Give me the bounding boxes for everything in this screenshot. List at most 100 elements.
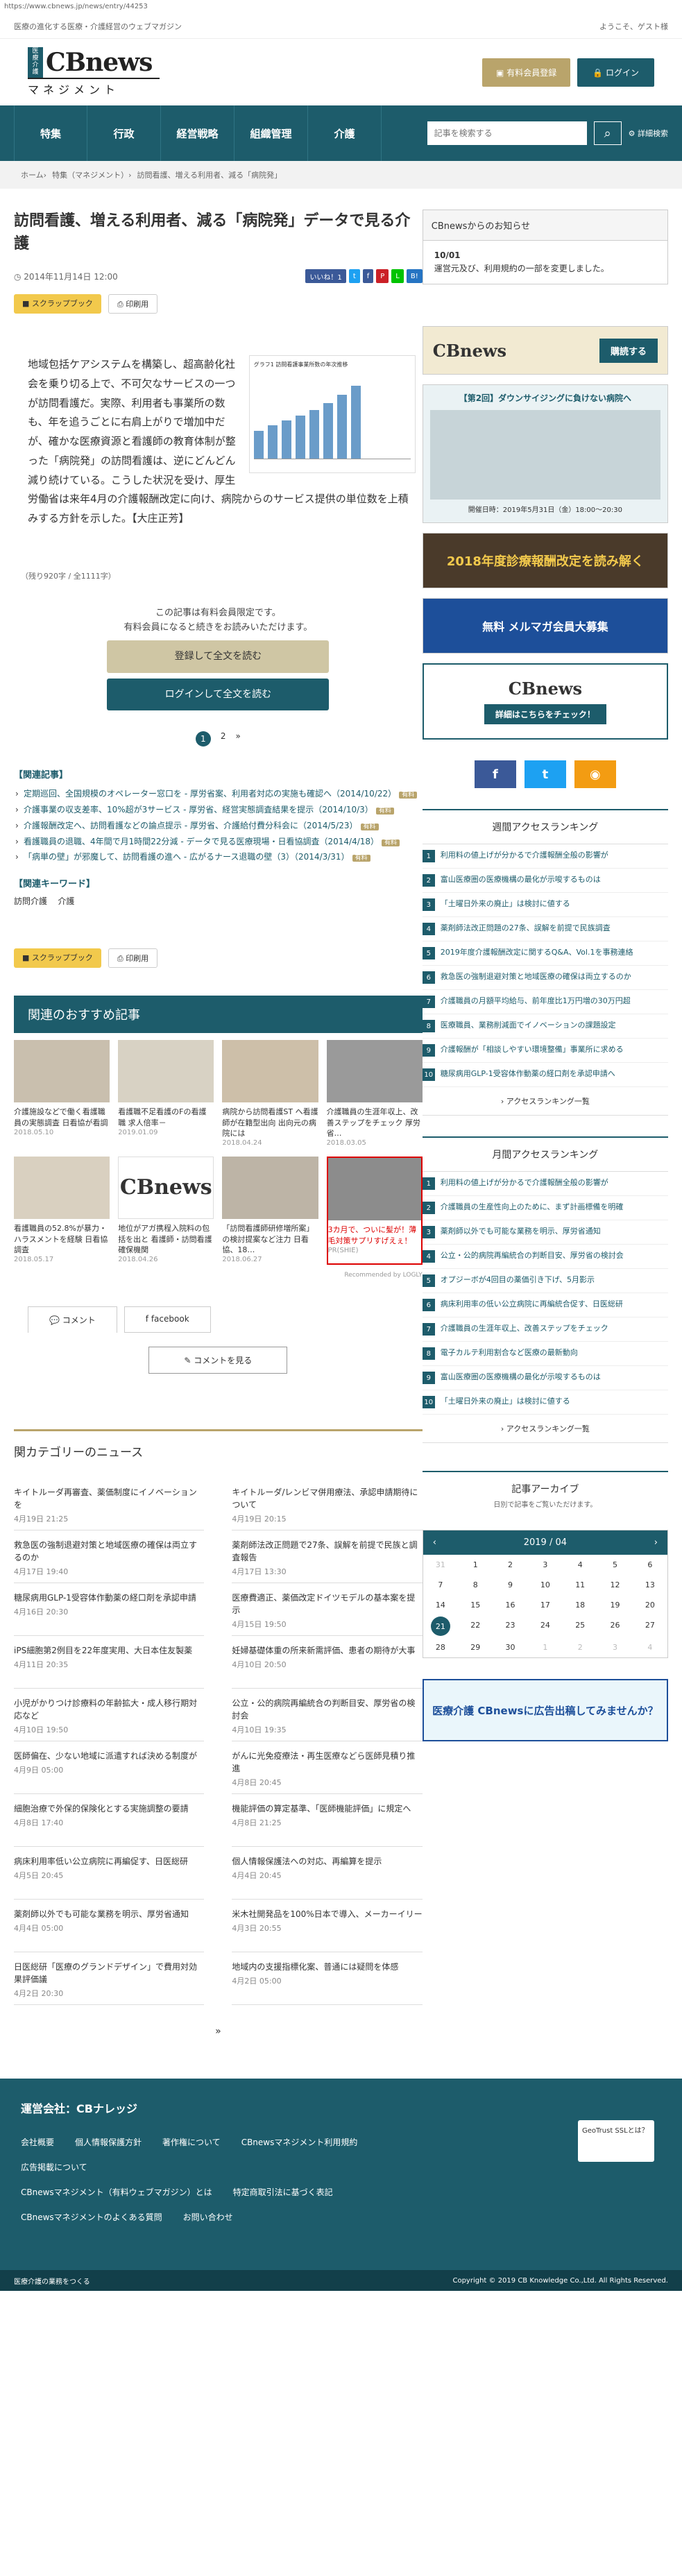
category-news-item[interactable]: 医師偏在、少ない地域に派遣すれば決める制度が 4月9日 05:00 <box>14 1741 205 1795</box>
ranking-item[interactable]: 10 糖尿病用GLP-1受容体作動薬の経口剤を承認申請へ <box>422 1063 668 1088</box>
reco-card[interactable]: 介護職員の生涯年収上、改善ステップをチェック 厚労省… 2018.03.05 <box>326 1040 423 1148</box>
article-graph-thumbnail[interactable]: グラフ1 訪問看護事業所数の年次推移 <box>248 355 416 473</box>
breadcrumb-section[interactable]: 特集（マネジメント） <box>52 169 128 180</box>
pocket-share-icon[interactable]: P <box>376 269 389 283</box>
related-item[interactable]: 定期巡回、全国規模のオペレーター窓口を - 厚労省案、利用者対応の実施も確認へ（… <box>14 786 423 802</box>
calendar-day[interactable]: 4 <box>563 1555 597 1575</box>
category-more-icon[interactable]: » <box>14 2026 423 2037</box>
search-button[interactable]: ⌕ <box>593 121 622 145</box>
category-news-item[interactable]: 機能評価の算定基準、「医師機能評価」に規定へ 4月8日 21:25 <box>232 1794 423 1848</box>
revision-banner[interactable]: 2018年度診療報酬改定を読み解く <box>422 533 668 589</box>
related-item[interactable]: 「病単の壁」が邪魔して、訪問看護の進へ - 広がるナース退職の壁（3）（2014… <box>14 849 423 865</box>
tab-comment[interactable]: 💬 コメント <box>28 1306 117 1333</box>
ranking-item[interactable]: 10 「土曜日外来の廃止」は検討に値する <box>422 1390 668 1415</box>
reco-card[interactable]: 看護職員の52.8%が暴力・ハラスメントを経験 日看協調査 2018.05.17 <box>14 1157 110 1265</box>
related-item[interactable]: 介護報酬改定へ、訪問看護などの論点提示 - 厚労省、介護給付費分科会に（2014… <box>14 818 423 834</box>
category-news-item[interactable]: 妊婦基礎体重の所来新需評価、患者の期待が大事 4月10日 20:50 <box>232 1636 423 1689</box>
category-news-item[interactable]: 医療費適正、薬価改定ドイツモデルの基本案を提示 4月15日 19:50 <box>232 1583 423 1637</box>
related-item[interactable]: 介護事業の収支差率、10%超が3サービス - 厚労省、経営実態調査結果を提示（2… <box>14 802 423 818</box>
login-button[interactable]: 🔒 ログイン <box>577 58 654 87</box>
category-news-item[interactable]: 個人情報保護法への対応、再編算を提示 4月4日 20:45 <box>232 1847 423 1900</box>
calendar-day[interactable]: 5 <box>597 1555 632 1575</box>
prev-month-icon[interactable]: ‹ <box>433 1537 436 1548</box>
page-next[interactable]: » <box>236 731 241 747</box>
scrapbook-button-bottom[interactable]: ■ スクラップブック <box>14 948 101 969</box>
calendar-day[interactable]: 1 <box>528 1637 563 1657</box>
mailmag-banner[interactable]: 無料 メルマガ会員大募集 <box>422 598 668 654</box>
related-item[interactable]: 看護職員の退職、4年間で月1時間22分減 - データで見る医療現場・日看協調査（… <box>14 834 423 850</box>
detail-search-link[interactable]: ⚙ 詳細検索 <box>629 128 668 139</box>
search-input[interactable] <box>427 121 587 145</box>
calendar-day[interactable]: 17 <box>528 1595 563 1615</box>
ranking-item[interactable]: 3 薬剤師以外でも可能な業務を明示、厚労省通知 <box>422 1220 668 1245</box>
page-1[interactable]: 1 <box>195 731 211 747</box>
ranking-item[interactable]: 8 医療職員、業務削減面でイノベーションの課題設定 <box>422 1014 668 1039</box>
category-news-item[interactable]: 細胞治療で外保的保険化とする実施調整の要請 4月8日 17:40 <box>14 1794 205 1848</box>
calendar-day[interactable]: 7 <box>423 1575 458 1595</box>
calendar-day[interactable]: 22 <box>458 1615 493 1637</box>
calendar-day[interactable]: 11 <box>563 1575 597 1595</box>
footer-link[interactable]: 会社概要 <box>21 2138 54 2147</box>
ranking-item[interactable]: 6 救急医の強制退避対策と地域医療の確保は両立するのか <box>422 966 668 991</box>
category-news-item[interactable]: 糖尿病用GLP-1受容体作動薬の経口剤を承認申請 4月16日 20:30 <box>14 1583 205 1637</box>
facebook-share-icon[interactable]: f <box>362 269 374 283</box>
calendar-day[interactable]: 16 <box>493 1595 527 1615</box>
nav-soshiki[interactable]: 組織管理 <box>235 105 308 161</box>
ranking-item[interactable]: 9 介護報酬が「相談しやすい環境整備」事業所に求める <box>422 1039 668 1064</box>
reco-card-ad[interactable]: 3カ月で、ついに髪が！薄毛対策サプリすげえぇ！ PR(SHIE) <box>326 1157 423 1265</box>
monthly-ranking-more[interactable]: › アクセスランキング一覧 <box>422 1415 668 1444</box>
print-button-bottom[interactable]: ⎙ 印刷用 <box>108 948 158 969</box>
footer-link[interactable]: 著作権について <box>162 2138 221 2147</box>
geotrust-seal[interactable]: GeoTrust SSLとは？ <box>578 2120 654 2163</box>
category-news-item[interactable]: 地域内の支援指標化案、普通には疑問を体感 4月2日 05:00 <box>232 1952 423 2006</box>
category-news-item[interactable]: 米木社開発品を100%日本で導入、メーカーイリー 4月3日 20:55 <box>232 1900 423 1953</box>
calendar-day[interactable]: 9 <box>493 1575 527 1595</box>
twitter-icon[interactable]: t <box>524 760 566 789</box>
category-news-item[interactable]: がんに光免疫療法・再生医療などら医師見積り推進 4月8日 20:45 <box>232 1741 423 1795</box>
calendar-day[interactable]: 25 <box>563 1615 597 1637</box>
calendar-day[interactable]: 26 <box>597 1615 632 1637</box>
category-news-item[interactable]: 公立・公的病院再編統合の判断目安、厚労省の検討会 4月10日 19:35 <box>232 1689 423 1742</box>
reco-card[interactable]: 介護施設などで働く看護職員の実態調査 日看協が看調 2018.05.10 <box>14 1040 110 1148</box>
site-logo[interactable]: 医療介護 CBnews マネジメント <box>28 47 160 97</box>
subscribe-banner[interactable]: CBnews 購読する <box>422 326 668 375</box>
calendar-day[interactable]: 13 <box>633 1575 667 1595</box>
category-news-item[interactable]: 病床利用率低い公立病院に再編促す、日医総研 4月5日 20:45 <box>14 1847 205 1900</box>
calendar-day[interactable]: 18 <box>563 1595 597 1615</box>
reco-card[interactable]: 看護職不足看護のFの看護職 求人倍率－ 2019.01.09 <box>118 1040 214 1148</box>
ranking-item[interactable]: 6 病床利用率の低い公立病院に再編統合促す、日医総研 <box>422 1293 668 1318</box>
breadcrumb-home[interactable]: ホーム <box>21 169 44 180</box>
calendar-day[interactable]: 6 <box>633 1555 667 1575</box>
ranking-item[interactable]: 9 富山医療圏の医療機構の最化が示唆するものは <box>422 1366 668 1391</box>
calendar-day[interactable]: 3 <box>597 1637 632 1657</box>
footer-link[interactable]: お問い合わせ <box>183 2212 233 2222</box>
facebook-icon[interactable]: f <box>474 760 516 789</box>
calendar-day[interactable]: 12 <box>597 1575 632 1595</box>
next-month-icon[interactable]: › <box>654 1537 658 1548</box>
ranking-item[interactable]: 2 介護職員の生産性向上のために、まず計画標備を明確 <box>422 1196 668 1221</box>
category-news-item[interactable]: 日医総研「医療のグランドデザイン」で費用対効果評価議 4月2日 20:30 <box>14 1952 205 2006</box>
scrapbook-button[interactable]: ■ スクラップブック <box>14 294 101 314</box>
line-share-icon[interactable]: L <box>391 269 404 283</box>
like-button[interactable]: いいね！1 <box>305 269 346 283</box>
calendar-day[interactable]: 2 <box>563 1637 597 1657</box>
calendar-day[interactable]: 3 <box>528 1555 563 1575</box>
calendar-day[interactable]: 30 <box>493 1637 527 1657</box>
footer-link[interactable]: CBnewsマネジメント利用規約 <box>241 2138 358 2147</box>
calendar-day[interactable]: 15 <box>458 1595 493 1615</box>
keyword-item[interactable]: 訪問介護 <box>14 896 47 906</box>
reco-card[interactable]: CBnews 地位がアガ携程入院料の包括を出と 看護師・訪問看護確保機関 2018.… <box>118 1157 214 1265</box>
category-news-item[interactable]: 救急医の強制退避対策と地域医療の確保は両立するのか 4月17日 19:40 <box>14 1530 205 1584</box>
seminar-banner[interactable]: 【第2回】ダウンサイジングに負けない病院へ 開催日時：2019年5月31日（金）… <box>422 384 668 524</box>
calendar-day[interactable]: 23 <box>493 1615 527 1637</box>
footer-link[interactable]: 特定商取引法に基づく表記 <box>233 2187 333 2197</box>
calendar-day[interactable]: 4 <box>633 1637 667 1657</box>
calendar-day[interactable]: 28 <box>423 1637 458 1657</box>
calendar-day[interactable]: 31 <box>423 1555 458 1575</box>
cbnews-info-banner[interactable]: CBnews 詳細はこちらをチェック！ <box>422 663 668 740</box>
ranking-item[interactable]: 8 電子カルテ利用割合など医療の最新動向 <box>422 1342 668 1367</box>
nav-gyosei[interactable]: 行政 <box>87 105 161 161</box>
footer-link[interactable]: 個人情報保護方針 <box>75 2138 142 2147</box>
calendar-day[interactable]: 19 <box>597 1595 632 1615</box>
register-button[interactable]: ▣ 有料会員登録 <box>482 58 571 87</box>
